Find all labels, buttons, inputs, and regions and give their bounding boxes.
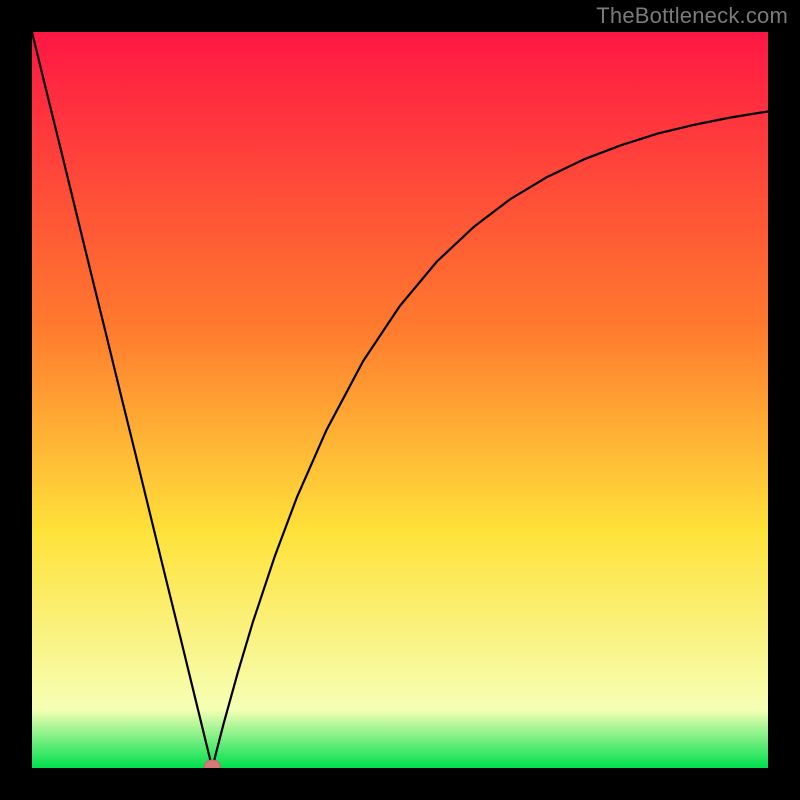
gradient-background bbox=[32, 32, 768, 768]
plot-svg bbox=[32, 32, 768, 768]
chart-frame: TheBottleneck.com bbox=[0, 0, 800, 800]
optimal-point-marker bbox=[204, 760, 220, 768]
watermark-text: TheBottleneck.com bbox=[596, 3, 788, 29]
plot-area bbox=[32, 32, 768, 768]
